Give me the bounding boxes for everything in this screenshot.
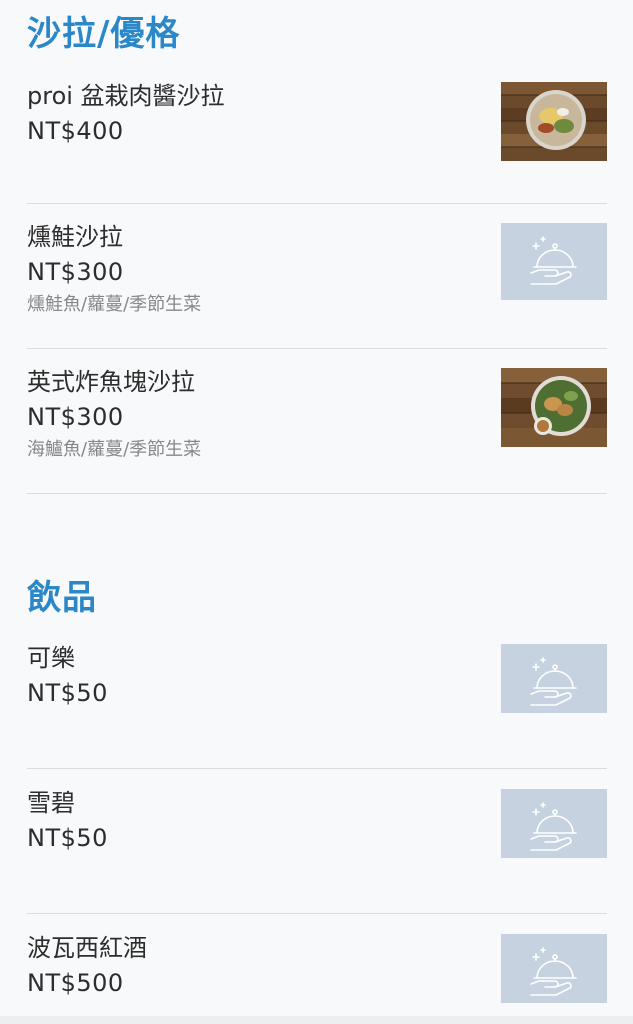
menu-item-salad-2[interactable]: 燻鮭沙拉 NT$300 燻鮭魚/蘿蔓/季節生菜 (27, 221, 607, 349)
menu-item-salad-3[interactable]: 英式炸魚塊沙拉 NT$300 海鱸魚/蘿蔓/季節生菜 (27, 366, 607, 494)
item-price: NT$50 (27, 679, 108, 707)
menu-item-drink-1[interactable]: 可樂 NT$50 (27, 642, 607, 769)
item-price: NT$500 (27, 969, 124, 997)
food-photo[interactable] (501, 368, 607, 447)
menu-item-drink-3[interactable]: 波瓦西紅酒 NT$500 (27, 932, 607, 1014)
cloche-placeholder-icon[interactable] (501, 934, 607, 1003)
item-price: NT$300 (27, 258, 124, 286)
section-title-salad: 沙拉/優格 (27, 14, 181, 54)
item-name: proi 盆栽肉醬沙拉 (27, 82, 225, 110)
bottom-edge (0, 1016, 633, 1024)
menu-item-salad-1[interactable]: proi 盆栽肉醬沙拉 NT$400 (27, 80, 607, 204)
item-name: 英式炸魚塊沙拉 (27, 368, 195, 396)
item-price: NT$400 (27, 117, 124, 145)
cloche-placeholder-icon[interactable] (501, 789, 607, 858)
item-name: 燻鮭沙拉 (27, 223, 123, 251)
item-name: 波瓦西紅酒 (27, 934, 147, 962)
item-name: 雪碧 (27, 789, 75, 817)
item-description: 燻鮭魚/蘿蔓/季節生菜 (27, 294, 202, 315)
item-description: 海鱸魚/蘿蔓/季節生菜 (27, 439, 202, 460)
item-name: 可樂 (27, 644, 75, 672)
item-price: NT$300 (27, 403, 124, 431)
cloche-placeholder-icon[interactable] (501, 644, 607, 713)
section-title-drinks: 飲品 (27, 578, 97, 618)
food-photo[interactable] (501, 82, 607, 161)
item-price: NT$50 (27, 824, 108, 852)
cloche-placeholder-icon[interactable] (501, 223, 607, 300)
menu-item-drink-2[interactable]: 雪碧 NT$50 (27, 787, 607, 914)
